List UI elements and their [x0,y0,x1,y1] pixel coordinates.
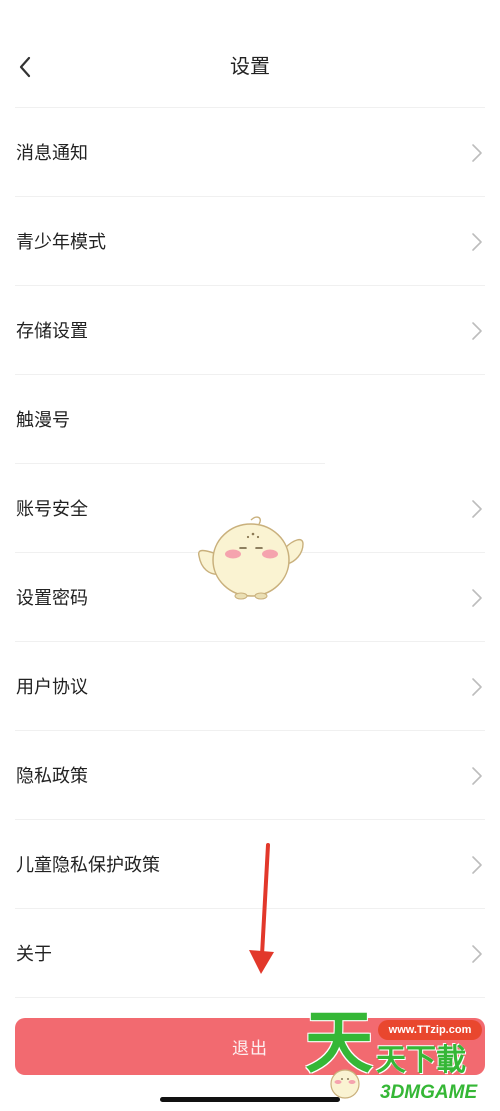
settings-list: 消息通知 青少年模式 存储设置 触漫号 账号安全 设置密码 用户协议 隐私政策 [0,108,500,998]
chevron-right-icon [472,144,482,162]
settings-item-label: 用户协议 [16,676,88,697]
settings-item-label: 账号安全 [16,498,88,519]
chevron-right-icon [472,945,482,963]
settings-item-label: 设置密码 [16,587,88,608]
settings-item-teen-mode[interactable]: 青少年模式 [0,197,500,286]
watermark-brand: 天下載 [376,1044,466,1077]
chevron-right-icon [472,233,482,251]
watermark-mascot [330,1069,360,1099]
chevron-right-icon [472,678,482,696]
settings-item-user-agreement[interactable]: 用户协议 [0,642,500,731]
page-title: 设置 [230,56,270,78]
chevron-right-icon [472,500,482,518]
watermark-game: 3DMGAME [380,1082,478,1103]
home-indicator [160,1097,340,1102]
settings-screen: 设置 消息通知 青少年模式 存储设置 触漫号 账号安全 设置密码 用户协议 隐私… [0,0,500,1111]
settings-item-label: 存储设置 [16,320,88,341]
settings-item-label: 儿童隐私保护政策 [16,854,160,875]
settings-item-label: 消息通知 [16,142,88,163]
settings-item-notifications[interactable]: 消息通知 [0,108,500,197]
header: 设置 [0,0,500,108]
settings-item-child-privacy-policy[interactable]: 儿童隐私保护政策 [0,820,500,909]
chevron-right-icon [472,322,482,340]
chevron-right-icon [472,589,482,607]
settings-item-label: 隐私政策 [16,765,88,786]
settings-item-account-security[interactable]: 账号安全 [0,464,500,553]
settings-item-storage[interactable]: 存储设置 [0,286,500,375]
settings-item-set-password[interactable]: 设置密码 [0,553,500,642]
settings-item-label: 关于 [16,943,52,964]
settings-item-privacy-policy[interactable]: 隐私政策 [0,731,500,820]
chevron-right-icon [472,856,482,874]
settings-item-label: 青少年模式 [16,231,106,252]
settings-item-label: 触漫号 [16,409,70,430]
settings-item-about[interactable]: 关于 [0,909,500,998]
logout-button-label: 退出 [232,1039,268,1058]
settings-item-chuman-id: 触漫号 [0,375,500,464]
chevron-right-icon [472,767,482,785]
watermark-site: www.TTzip.com [378,1020,482,1040]
